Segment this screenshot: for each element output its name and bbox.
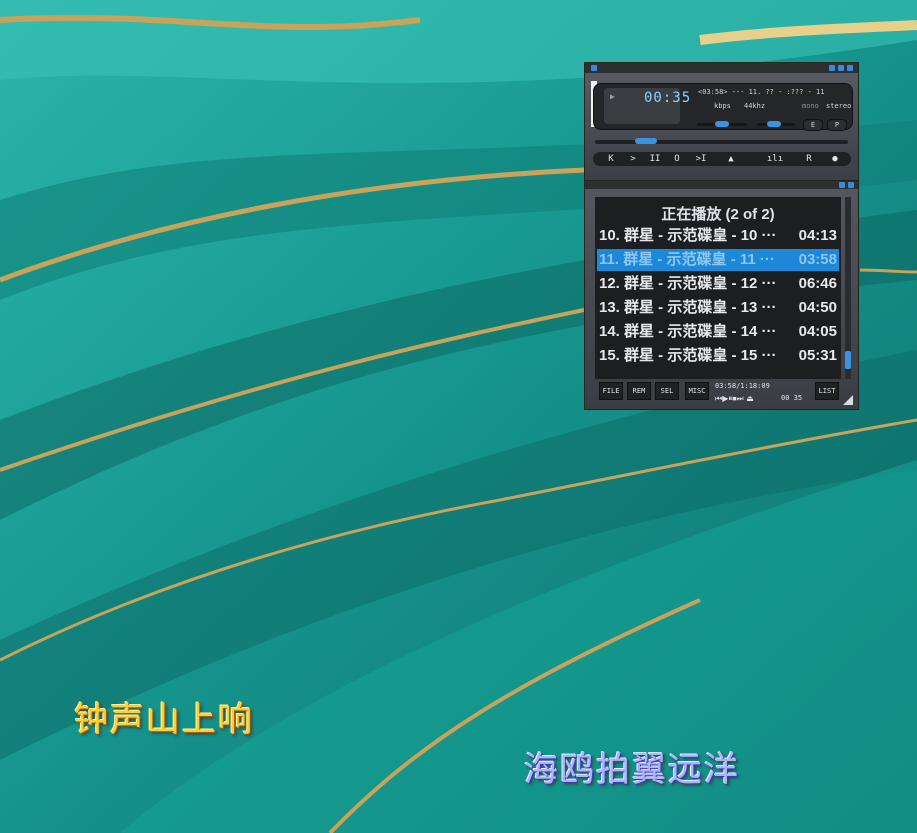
song-ticker[interactable]: <03:58> --- 11. ?? - :??? - 11 (698, 88, 850, 98)
playlist-item[interactable]: 15. 群星 - 示范碟皇 - 15 ··· 05:31 (597, 345, 839, 367)
select-button[interactable]: SEL (655, 382, 679, 400)
playlist-header: 正在播放 (2 of 2) (661, 206, 775, 223)
desktop-lyric-line-1: 钟声山上响 (74, 700, 254, 740)
player-titlebar[interactable] (585, 63, 858, 73)
playlist-item-title: 10. 群星 - 示范碟皇 - 10 ··· (599, 227, 777, 244)
seek-bar[interactable] (595, 138, 848, 144)
playlist-scrollbar[interactable] (845, 197, 851, 379)
playlist-item-duration: 04:13 (798, 227, 837, 244)
list-button[interactable]: LIST (815, 382, 839, 400)
playlist-item-duration: 03:58 (798, 251, 837, 268)
playlist-item-title: 15. 群星 - 示范碟皇 - 15 ··· (599, 347, 777, 364)
balance-knob[interactable] (767, 121, 781, 127)
playlist-item-duration: 04:50 (798, 299, 837, 316)
playlist-item-duration: 05:31 (798, 347, 837, 364)
stop-button[interactable]: O (667, 152, 687, 166)
sample-rate: 44khz (744, 102, 766, 110)
pause-button[interactable]: II (645, 152, 665, 166)
mini-transport-controls[interactable]: ⏮▶⏸⏹⏭ ⏏ (715, 394, 754, 404)
misc-button[interactable]: MISC (685, 382, 709, 400)
seek-knob[interactable] (635, 138, 657, 144)
balance-slider[interactable] (757, 121, 795, 127)
play-button[interactable]: > (623, 152, 643, 166)
elapsed-time[interactable]: 00:35 (644, 90, 691, 106)
playlist-shade-icon[interactable] (839, 182, 845, 188)
playlist-scroll-thumb[interactable] (845, 351, 851, 369)
mini-elapsed-time: 00 35 (781, 394, 803, 402)
next-button[interactable]: >I (691, 152, 711, 166)
eq-toggle-button[interactable]: E (803, 119, 823, 131)
play-state-icon: ▶ (610, 92, 615, 101)
playlist-item[interactable]: 12. 群星 - 示范碟皇 - 12 ··· 06:46 (597, 273, 839, 295)
playlist-item-title: 12. 群星 - 示范碟皇 - 12 ··· (599, 275, 777, 292)
volume-knob[interactable] (715, 121, 729, 127)
equalizer-icon[interactable]: ılı (765, 152, 785, 166)
playlist-toggle-button[interactable]: P (827, 119, 847, 131)
menu-icon[interactable] (591, 65, 597, 71)
playlist-item[interactable]: 14. 群星 - 示范碟皇 - 14 ··· 04:05 (597, 321, 839, 343)
eject-button[interactable]: ▲ (721, 152, 741, 166)
playlist-item-duration: 04:05 (798, 323, 837, 340)
player-window: ▶ 00:35 <03:58> --- 11. ?? - :??? - 11 k… (584, 62, 859, 184)
playlist-window: 正在播放 (2 of 2) 10. 群星 - 示范碟皇 - 10 ··· 04:… (584, 180, 859, 410)
playlist-item-title: 11. 群星 - 示范碟皇 - 11 ··· (599, 251, 775, 268)
mono-indicator: mono (802, 102, 819, 110)
close-icon[interactable] (847, 65, 853, 71)
file-button[interactable]: FILE (599, 382, 623, 400)
transport-controls: K > II O >I ▲ ılı R ● (593, 152, 851, 166)
minimize-icon[interactable] (829, 65, 835, 71)
resize-grip-icon[interactable] (843, 395, 853, 405)
bitrate-unit: kbps (714, 102, 731, 110)
playlist-item-duration: 06:46 (798, 275, 837, 292)
playlist-item-selected[interactable]: 11. 群星 - 示范碟皇 - 11 ··· 03:58 (597, 249, 839, 271)
volume-slider[interactable] (697, 121, 747, 127)
playlist-item[interactable]: 10. 群星 - 示范碟皇 - 10 ··· 04:13 (597, 225, 839, 247)
playlist-total-time: 03:58/1:18:09 (715, 382, 770, 390)
stereo-indicator: stereo (826, 102, 852, 110)
stream-info: kbps 44khz mono stereo (698, 102, 852, 112)
repeat-button[interactable]: R (799, 152, 819, 166)
shuffle-button[interactable]: ● (825, 152, 845, 166)
remove-button[interactable]: REM (627, 382, 651, 400)
playlist-close-icon[interactable] (848, 182, 854, 188)
playlist-titlebar[interactable] (585, 181, 858, 189)
playlist-list: 正在播放 (2 of 2) 10. 群星 - 示范碟皇 - 10 ··· 04:… (595, 197, 841, 379)
shade-icon[interactable] (838, 65, 844, 71)
playlist-item[interactable]: 13. 群星 - 示范碟皇 - 13 ··· 04:50 (597, 297, 839, 319)
previous-button[interactable]: K (601, 152, 621, 166)
playlist-item-title: 14. 群星 - 示范碟皇 - 14 ··· (599, 323, 777, 340)
desktop-lyric-line-2: 海鸥拍翼远洋 (524, 750, 740, 790)
visualizer[interactable]: ▶ 00:35 (604, 88, 690, 124)
playlist-item-title: 13. 群星 - 示范碟皇 - 13 ··· (599, 299, 777, 316)
